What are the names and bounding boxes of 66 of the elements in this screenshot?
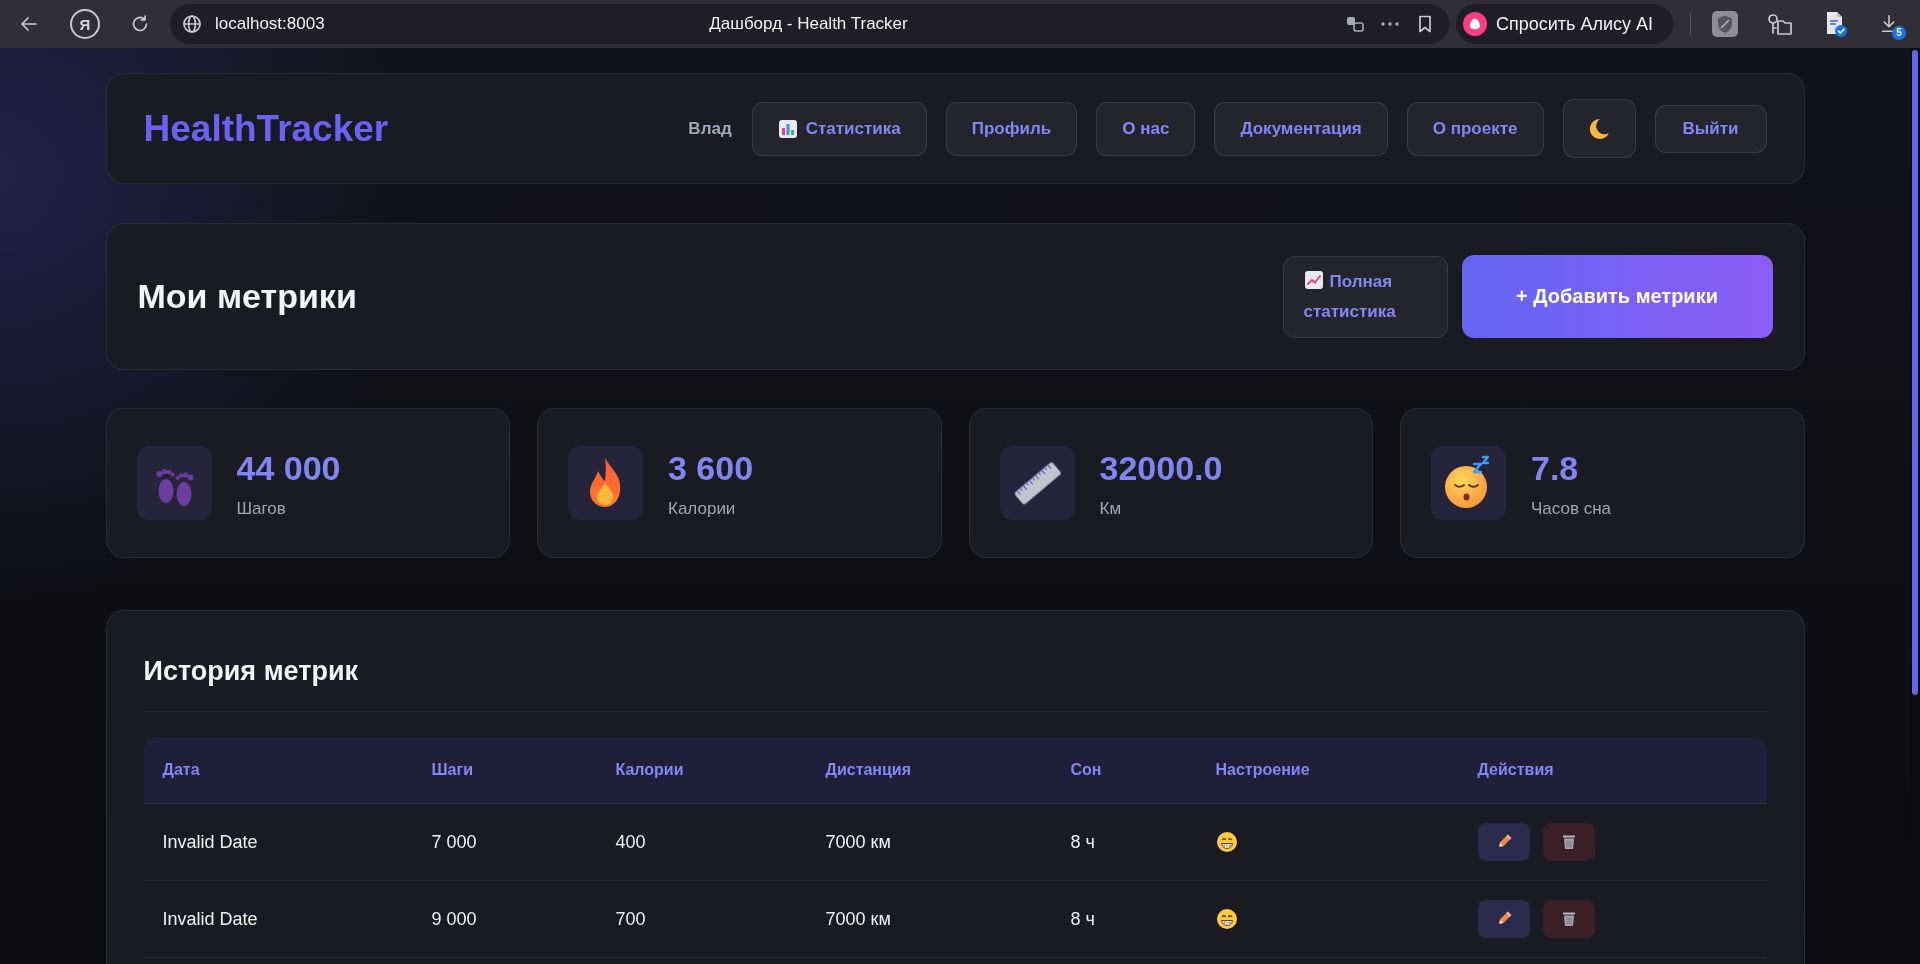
- stat-label: Км: [1099, 498, 1123, 519]
- address-bar[interactable]: localhost:8003 Дашборд - Health Tracker: [170, 4, 1449, 44]
- table-cell: 400: [615, 831, 646, 853]
- nav-button[interactable]: Профиль: [945, 101, 1078, 156]
- edit-button[interactable]: [1477, 900, 1530, 938]
- add-metrics-button[interactable]: + Добавить метрики: [1461, 255, 1773, 338]
- grinning-face-icon: [1215, 831, 1238, 853]
- stat-label: Часов сна: [1531, 498, 1612, 519]
- download-count: 5: [1892, 26, 1906, 40]
- nav-button[interactable]: Документация: [1214, 101, 1388, 156]
- stat-label: Шагов: [236, 498, 287, 519]
- full-stats-button[interactable]: Полная статистика: [1282, 255, 1448, 338]
- table-cell: 7 000: [431, 831, 477, 853]
- table-cell: Invalid Date: [162, 831, 258, 853]
- back-arrow-icon: [19, 14, 39, 34]
- downloads-button[interactable]: 5: [1871, 6, 1907, 42]
- footprints-icon: [136, 446, 212, 520]
- column-header: Калории: [615, 761, 684, 779]
- column-header: Настроение: [1215, 761, 1310, 779]
- table-cell: 700: [615, 908, 646, 930]
- column-header: Действия: [1477, 761, 1554, 779]
- reload-icon: [130, 14, 150, 34]
- column-header: Шаги: [431, 761, 473, 779]
- delete-button[interactable]: [1542, 900, 1595, 938]
- theme-toggle-button[interactable]: [1562, 99, 1636, 158]
- edit-button[interactable]: [1477, 823, 1530, 861]
- user-name: Влад: [688, 118, 732, 139]
- overlapping-squares-icon: [1345, 14, 1365, 34]
- stat-value: 44 000: [236, 447, 341, 488]
- flame-icon: [568, 446, 643, 520]
- page-title: Дашборд - Health Tracker: [709, 14, 908, 34]
- logo-button[interactable]: Я: [70, 9, 100, 39]
- section-title: История метрик: [143, 655, 359, 687]
- more-icon: [1381, 22, 1399, 26]
- stat-value: 7.8: [1531, 447, 1580, 488]
- table-cell: Invalid Date: [162, 908, 258, 930]
- assistant-button[interactable]: Спросить Алису AI: [1456, 4, 1673, 44]
- table-cell: 9 000: [431, 908, 477, 930]
- logo: HealthTracker: [143, 107, 389, 150]
- table-cell: 8 ч: [1070, 908, 1095, 930]
- stat-value: 32000.0: [1099, 447, 1223, 488]
- column-header: Сон: [1070, 761, 1102, 779]
- nav-button[interactable]: О нас: [1096, 101, 1196, 156]
- bar-chart-icon: [777, 118, 798, 139]
- line-chart-icon: [1303, 269, 1324, 290]
- delete-button[interactable]: [1542, 823, 1595, 861]
- column-header: Дата: [162, 761, 200, 779]
- ruler-icon: [999, 446, 1075, 520]
- section-title: Мои метрики: [137, 277, 357, 316]
- column-header: Дистанция: [825, 761, 912, 779]
- nav-button[interactable]: Статистика: [751, 101, 927, 156]
- sleeping-face-icon: [1431, 446, 1506, 520]
- table-cell: 8 ч: [1070, 831, 1095, 853]
- table-cell: 7000 км: [825, 831, 891, 853]
- address-text: localhost:8003: [215, 14, 325, 34]
- stat-value: 3 600: [668, 447, 754, 488]
- scrollbar-thumb[interactable]: [1912, 50, 1918, 695]
- logout-button[interactable]: Выйти: [1654, 104, 1767, 153]
- assistant-icon: [1463, 12, 1487, 36]
- folder-icon: [1766, 12, 1792, 36]
- nav-button[interactable]: О проекте: [1406, 101, 1544, 156]
- globe-icon: [182, 14, 202, 34]
- shield-icon: [1712, 11, 1738, 37]
- stat-label: Калории: [668, 498, 737, 519]
- table-cell: 7000 км: [825, 908, 891, 930]
- grinning-face-icon: [1215, 908, 1238, 930]
